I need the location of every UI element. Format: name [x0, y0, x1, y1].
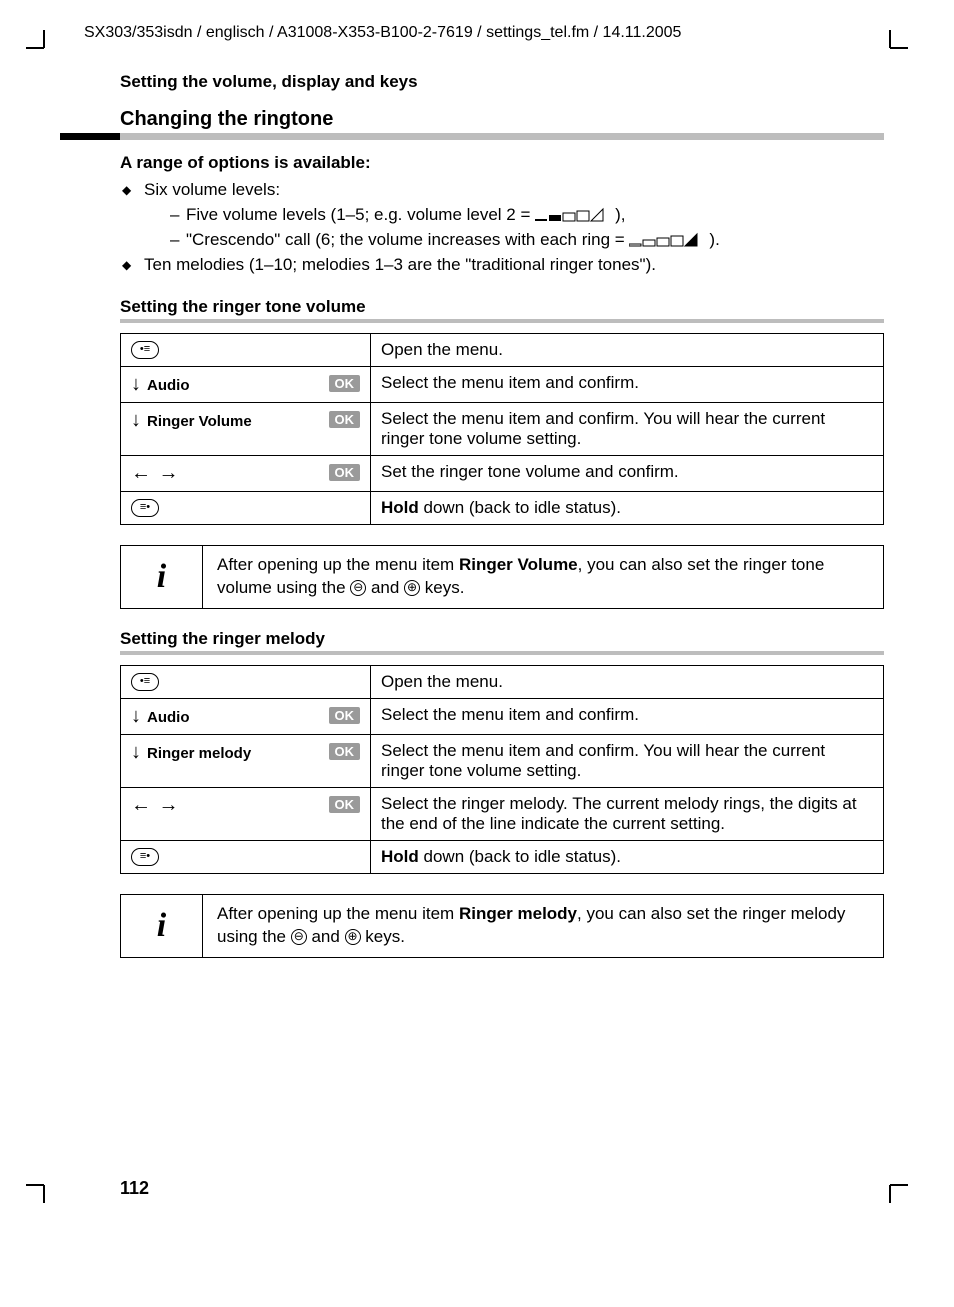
arrow-down-icon [131, 743, 141, 762]
end-key-icon: ≡• [131, 499, 159, 517]
bullet-ten-melodies: Ten melodies (1–10; melodies 1–3 are the… [122, 254, 884, 277]
subheading-underline [120, 651, 884, 655]
arrow-down-icon [131, 411, 141, 430]
menu-audio-label: Audio [147, 377, 190, 394]
step-desc: Select the menu item and confirm. You wi… [371, 402, 884, 455]
intro-text: A range of options is available: [120, 152, 884, 175]
options-list: Six volume levels: Five volume levels (1… [120, 179, 884, 277]
table-row: Ringer Volume OK Select the menu item and… [121, 402, 884, 455]
page-number: 112 [120, 1178, 884, 1199]
heading-changing-ringtone: Changing the ringtone [120, 108, 884, 133]
menu-ringer-volume-label: Ringer Volume [147, 413, 252, 430]
table-ringer-melody: •≡ Open the menu. Audio OK Select the men… [120, 665, 884, 874]
step-desc: Open the menu. [371, 333, 884, 366]
heading-underline [60, 133, 884, 140]
ok-badge: OK [329, 411, 361, 428]
table-row: Audio OK Select the menu item and confirm… [121, 366, 884, 402]
table-row: ≡• Hold down (back to idle status). [121, 840, 884, 873]
table-row: OK Set the ringer tone volume and confir… [121, 455, 884, 491]
end-key-icon: ≡• [131, 848, 159, 866]
table-row: Ringer melody OK Select the menu item and… [121, 734, 884, 787]
step-desc: Hold down (back to idle status). [371, 840, 884, 873]
table-row: ≡• Hold down (back to idle status). [121, 491, 884, 524]
info-box-ringer-melody: i After opening up the menu item Ringer … [120, 894, 884, 958]
dash-five-levels: Five volume levels (1–5; e.g. volume lev… [170, 204, 884, 227]
info-text: After opening up the menu item Ringer Vo… [203, 546, 883, 608]
ok-badge: OK [329, 743, 361, 760]
table-row: •≡ Open the menu. [121, 333, 884, 366]
minus-key-icon: ⊖ [291, 929, 307, 945]
menu-key-icon: •≡ [131, 341, 159, 359]
table-row: OK Select the ringer melody. The current… [121, 787, 884, 840]
table-row: Audio OK Select the menu item and confirm… [121, 698, 884, 734]
plus-key-icon: ⊕ [345, 929, 361, 945]
menu-ringer-melody-label: Ringer melody [147, 745, 251, 762]
bullet-six-levels: Six volume levels: [144, 180, 280, 199]
header-path: SX303/353isdn / englisch / A31008-X353-B… [84, 24, 894, 42]
ok-badge: OK [329, 375, 361, 392]
table-ringer-volume: •≡ Open the menu. Audio OK Select the men… [120, 333, 884, 525]
menu-key-icon: •≡ [131, 673, 159, 691]
step-desc: Set the ringer tone volume and confirm. [371, 455, 884, 491]
info-box-ringer-volume: i After opening up the menu item Ringer … [120, 545, 884, 609]
info-text: After opening up the menu item Ringer me… [203, 895, 883, 957]
arrow-left-right-icon [131, 796, 180, 815]
step-desc: Select the menu item and confirm. [371, 366, 884, 402]
table-row: •≡ Open the menu. [121, 665, 884, 698]
info-icon: i [121, 895, 203, 957]
heading-ringer-volume: Setting the ringer tone volume [120, 297, 884, 317]
subheading-underline [120, 319, 884, 323]
info-icon: i [121, 546, 203, 608]
ok-badge: OK [329, 707, 361, 724]
dash-crescendo: "Crescendo" call (6; the volume increase… [170, 229, 884, 252]
menu-audio-label: Audio [147, 709, 190, 726]
volume-crescendo-icon [629, 229, 709, 252]
heading-ringer-melody: Setting the ringer melody [120, 629, 884, 649]
arrow-down-icon [131, 375, 141, 394]
ok-badge: OK [329, 796, 361, 813]
step-desc: Select the menu item and confirm. [371, 698, 884, 734]
ok-badge: OK [329, 464, 361, 481]
plus-key-icon: ⊕ [404, 580, 420, 596]
step-desc: Select the menu item and confirm. You wi… [371, 734, 884, 787]
step-desc: Open the menu. [371, 665, 884, 698]
section-title: Setting the volume, display and keys [120, 72, 884, 92]
arrow-left-right-icon [131, 464, 180, 483]
arrow-down-icon [131, 707, 141, 726]
step-desc: Select the ringer melody. The current me… [371, 787, 884, 840]
minus-key-icon: ⊖ [350, 580, 366, 596]
step-desc: Hold down (back to idle status). [371, 491, 884, 524]
volume-level-2-icon [535, 204, 615, 227]
